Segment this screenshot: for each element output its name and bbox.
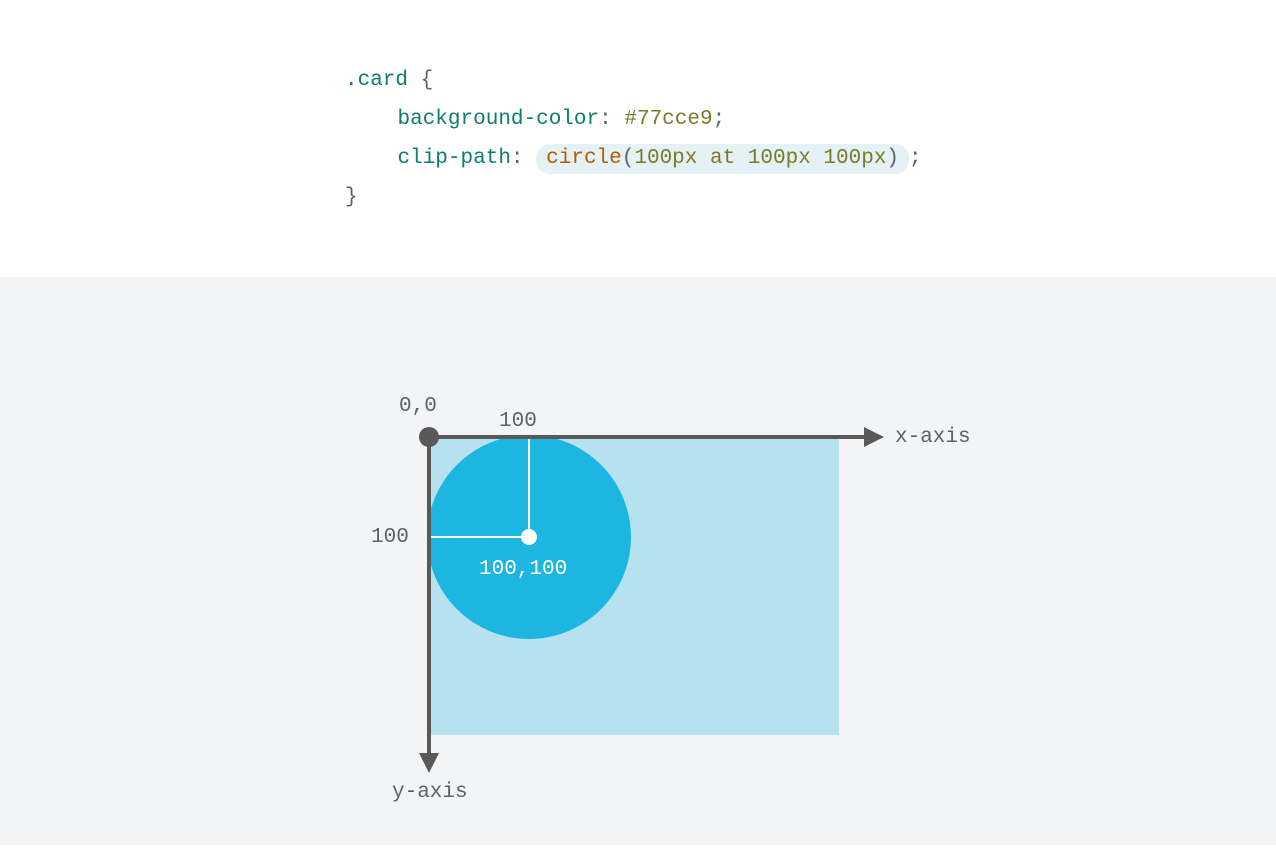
code-block: .card { background-color: #77cce9; clip-… <box>0 0 1276 277</box>
code-line-4: } <box>345 179 1276 218</box>
css-value: #77cce9 <box>624 108 712 131</box>
colon: : <box>599 108 612 131</box>
y-axis-arrowhead-icon <box>419 753 439 773</box>
css-property: clip-path <box>398 147 511 170</box>
diagram: 0,0 100 100 100,100 x-axis y-axis <box>0 277 1276 845</box>
open-brace: { <box>421 69 434 92</box>
x-axis-arrowhead-icon <box>864 427 884 447</box>
close-brace: } <box>345 186 358 209</box>
css-property: background-color <box>398 108 600 131</box>
css-function-name: circle <box>546 147 622 170</box>
close-paren: ) <box>886 147 899 170</box>
circle-center-dot <box>521 529 537 545</box>
highlighted-value: circle(100px at 100px 100px) <box>536 144 909 174</box>
semicolon: ; <box>713 108 726 131</box>
css-function-args: 100px at 100px 100px <box>634 147 886 170</box>
open-paren: ( <box>622 147 635 170</box>
colon: : <box>511 147 524 170</box>
code-line-3: clip-path: circle(100px at 100px 100px); <box>345 140 1276 179</box>
code-line-2: background-color: #77cce9; <box>345 101 1276 140</box>
semicolon: ; <box>909 147 922 170</box>
y-axis-label: y-axis <box>392 781 468 804</box>
y-tick-label: 100 <box>371 526 409 549</box>
x-axis-label: x-axis <box>895 426 971 449</box>
center-coordinates-label: 100,100 <box>479 558 567 581</box>
origin-label: 0,0 <box>399 395 437 418</box>
css-selector: .card <box>345 69 408 92</box>
diagram-svg <box>0 277 1276 845</box>
origin-dot <box>419 427 439 447</box>
code-line-1: .card { <box>345 62 1276 101</box>
x-tick-label: 100 <box>499 410 537 433</box>
